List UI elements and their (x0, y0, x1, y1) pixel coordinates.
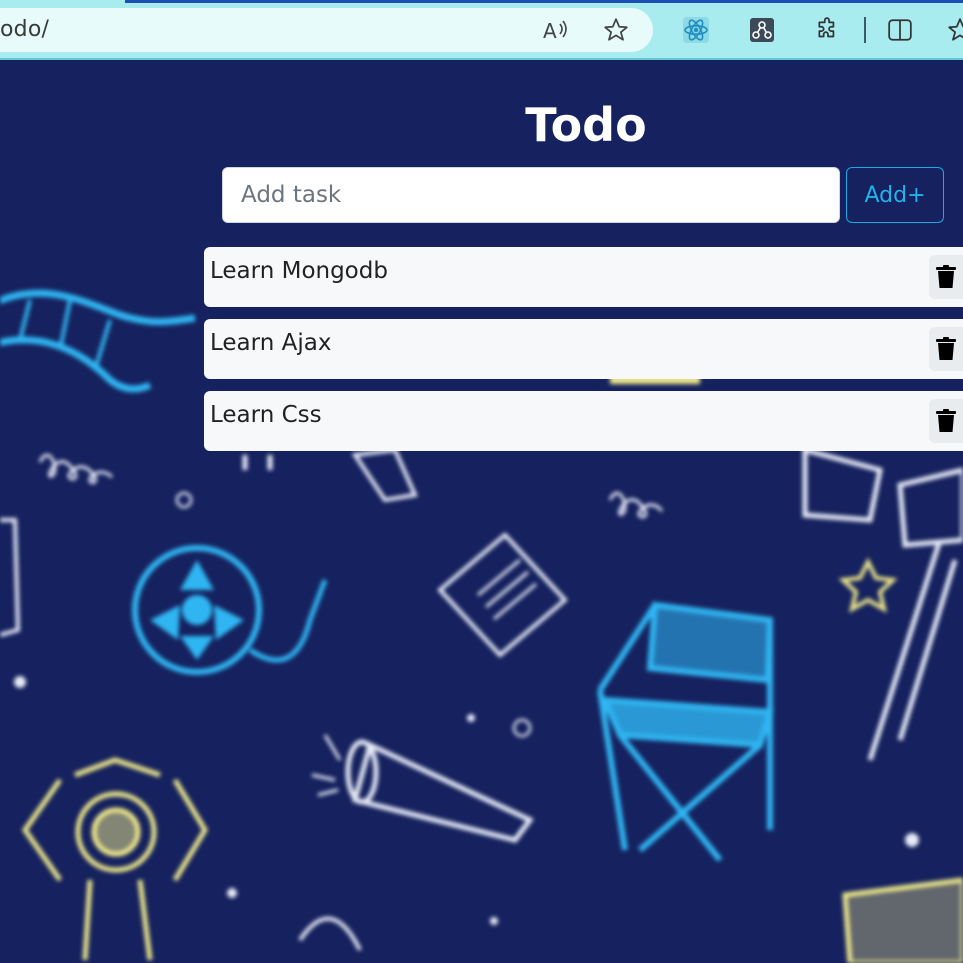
trash-icon (936, 337, 956, 360)
split-screen-icon[interactable] (885, 15, 915, 45)
task-label: Learn Css (210, 402, 322, 428)
film-reel-doodle (132, 545, 328, 675)
task-list: Learn Mongodb Learn Ajax Learn Css (204, 247, 963, 463)
browser-toolbar: odo/ A (0, 0, 963, 60)
svg-text:A: A (543, 19, 557, 42)
director-chair-doodle (597, 601, 774, 862)
favorites-icon[interactable] (945, 15, 963, 45)
delete-task-button[interactable] (929, 399, 963, 443)
react-devtools-icon[interactable] (681, 15, 711, 45)
delete-task-button[interactable] (929, 255, 963, 299)
film-strip-doodle (0, 289, 196, 393)
read-aloud-icon[interactable]: A (541, 15, 571, 45)
active-tab-indicator (125, 0, 963, 3)
task-label: Learn Mongodb (210, 258, 388, 284)
ticket-doodle (437, 532, 568, 658)
task-item: Learn Css (204, 391, 963, 451)
url-text[interactable]: odo/ (0, 17, 49, 42)
trash-icon (936, 265, 956, 288)
extensions-puzzle-icon[interactable] (813, 15, 843, 45)
star-doodle (838, 557, 898, 613)
graph-extension-icon[interactable] (747, 15, 777, 45)
task-label: Learn Ajax (210, 330, 332, 356)
add-task-button[interactable]: Add+ (846, 167, 944, 223)
megaphone-doodle (311, 734, 534, 843)
favorite-star-icon[interactable] (601, 15, 631, 45)
page-title: Todo (525, 98, 647, 152)
squiggle-doodle (38, 453, 114, 485)
trash-icon (936, 409, 956, 432)
add-task-input[interactable] (222, 167, 840, 223)
toolbar-divider (864, 17, 866, 43)
spotlight-doodle (21, 757, 208, 961)
task-item: Learn Ajax (204, 319, 963, 379)
delete-task-button[interactable] (929, 327, 963, 371)
task-item: Learn Mongodb (204, 247, 963, 307)
